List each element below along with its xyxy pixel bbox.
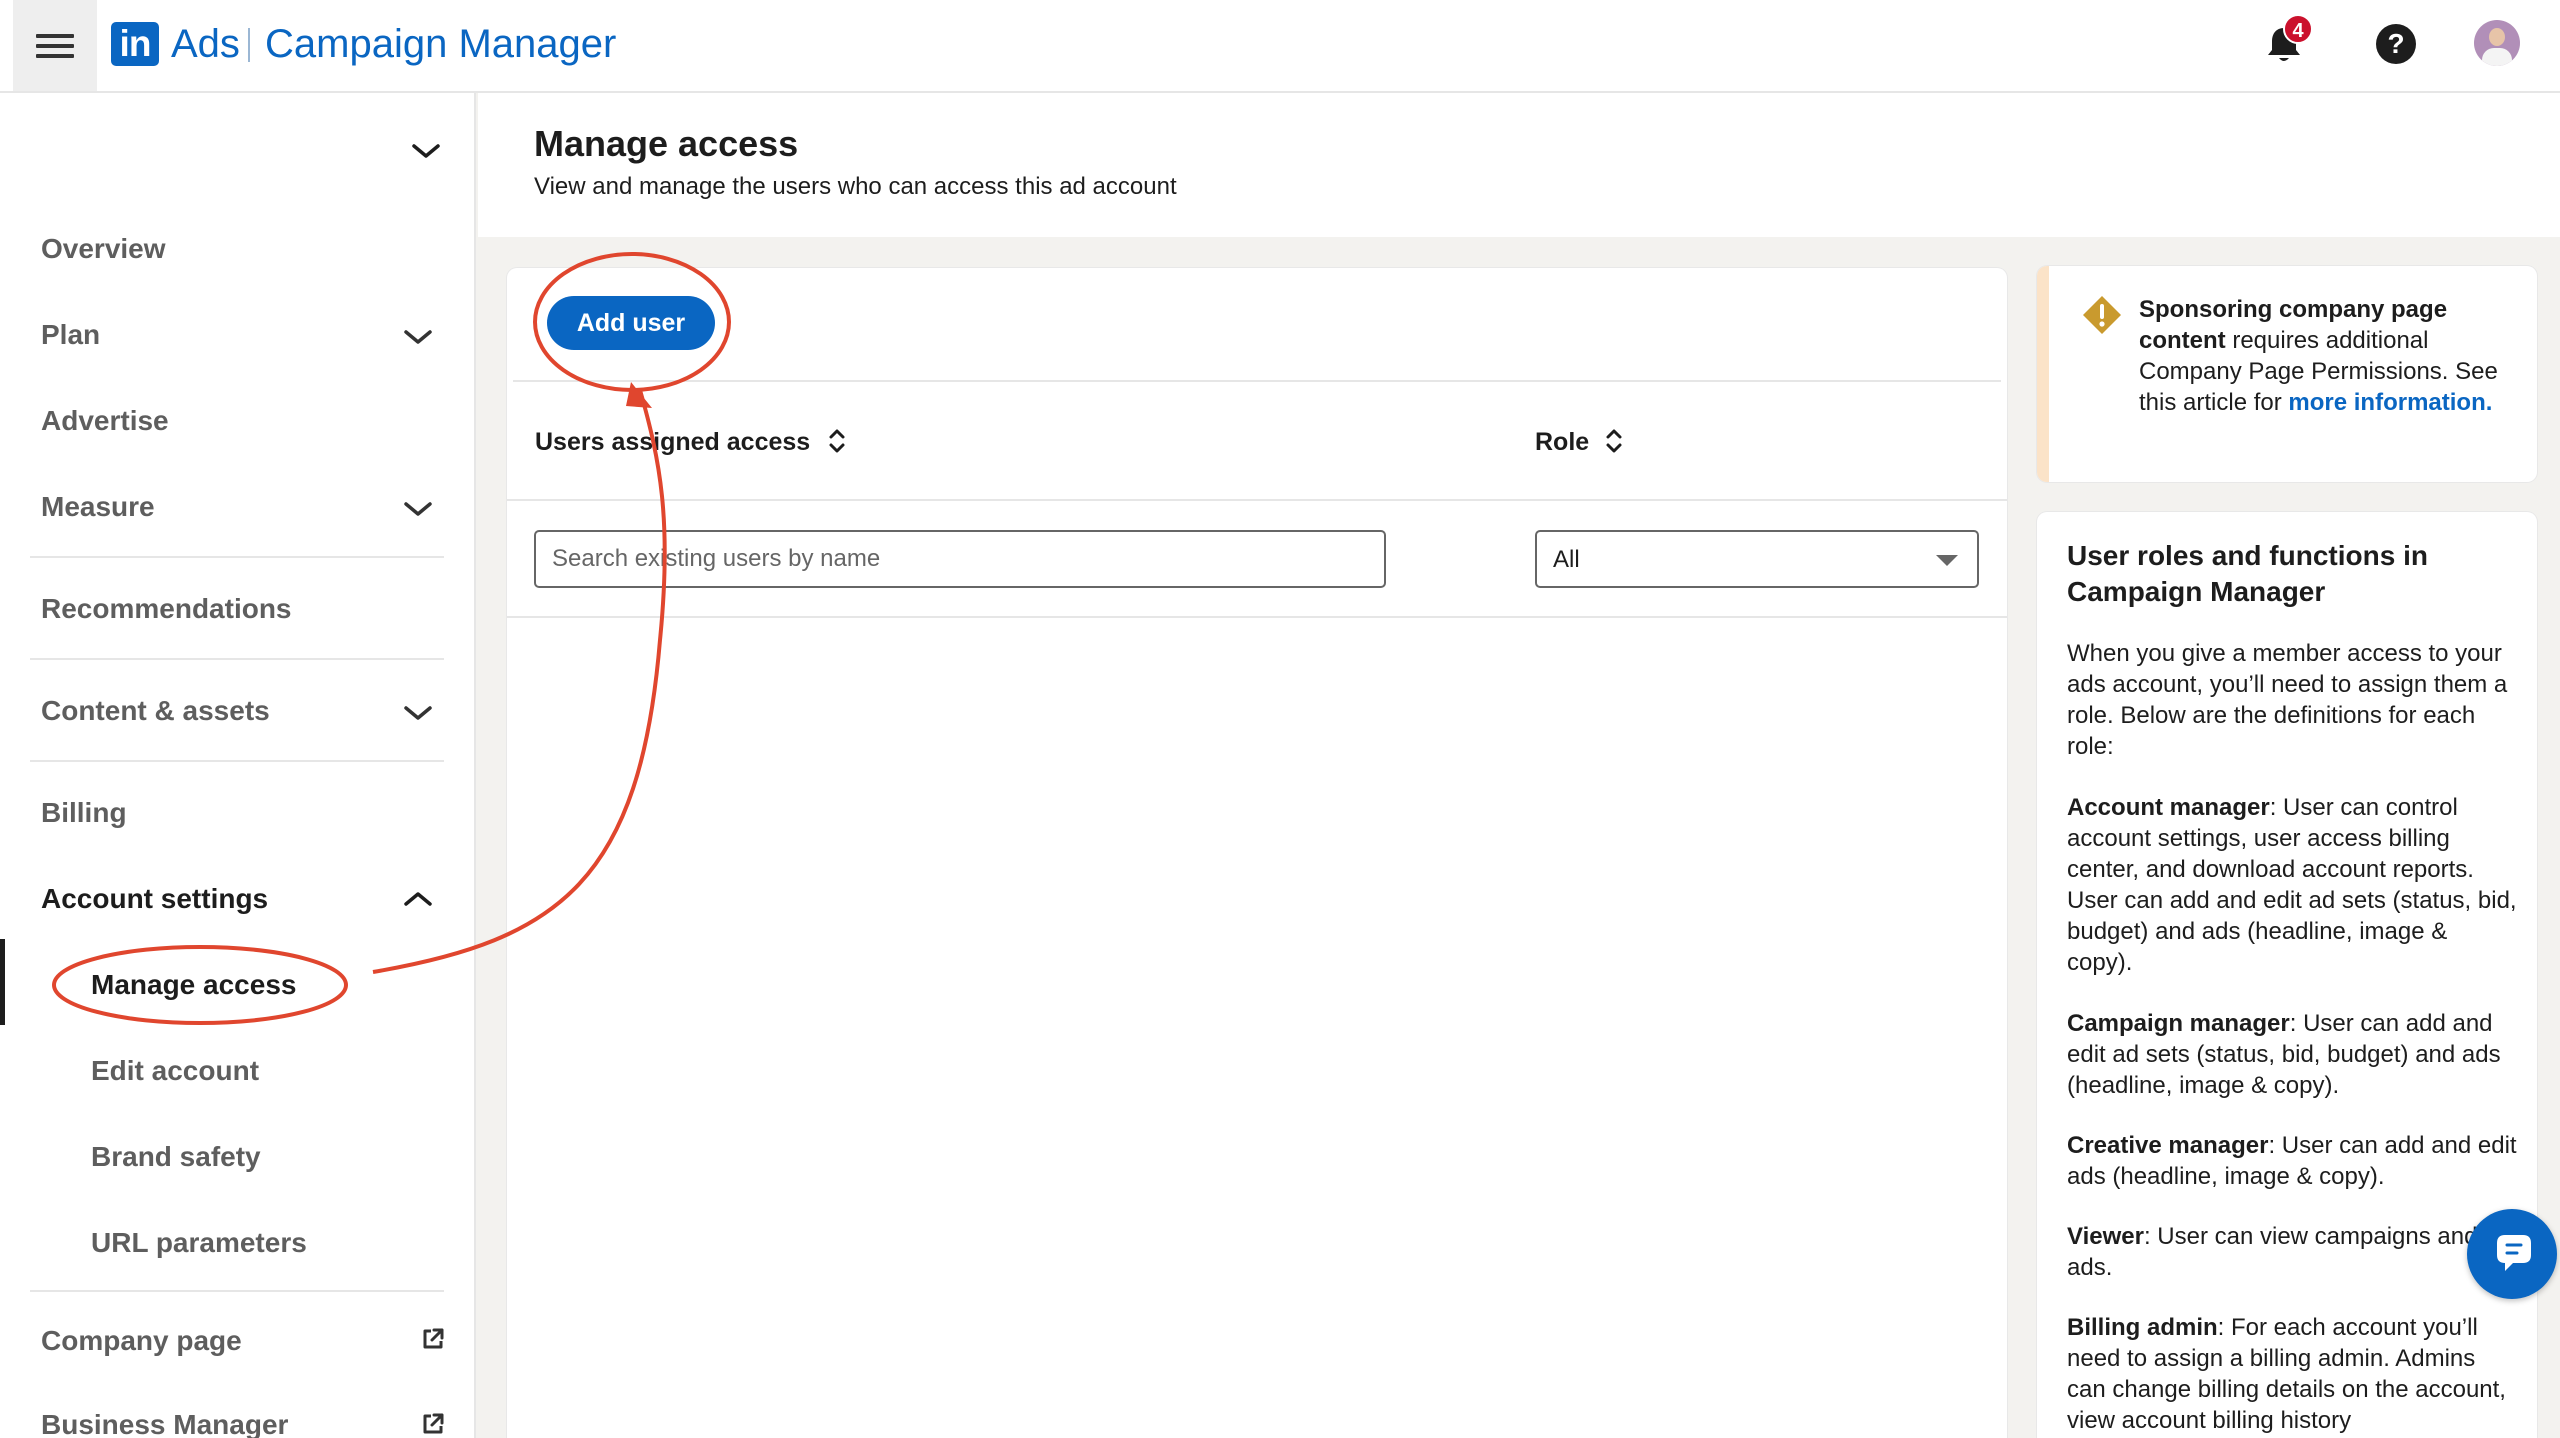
sidebar-item-billing[interactable]: Billing [41,797,127,829]
column-header-role[interactable]: Role [1535,428,1589,457]
sidebar-item-advertise[interactable]: Advertise [41,405,169,437]
role-definition: Creative manager: User can add and edit … [2067,1130,2517,1192]
chat-button[interactable] [2467,1209,2557,1299]
brand-divider [248,28,250,62]
warning-icon [2083,296,2121,334]
role-name: Viewer [2067,1223,2144,1250]
account-settings-chevron-up-icon[interactable] [402,889,434,909]
role-definition: Account manager: User can control accoun… [2067,792,2517,978]
sidebar-divider [30,658,444,660]
caret-down-icon [1936,555,1958,566]
sidebar-item-recommendations[interactable]: Recommendations [41,593,292,625]
card-divider [507,499,2007,501]
account-switcher-chevron-icon[interactable] [410,141,442,161]
card-divider [513,380,2001,382]
page-subtitle: View and manage the users who can access… [534,173,1177,200]
sidebar-item-measure[interactable]: Measure [41,491,155,523]
sidebar-item-edit-account[interactable]: Edit account [91,1055,259,1087]
external-link-icon[interactable] [420,1411,446,1437]
content-assets-chevron-down-icon[interactable] [402,703,434,723]
sidebar-item-company-page[interactable]: Company page [41,1325,242,1357]
page-title: Manage access [534,123,799,164]
measure-chevron-down-icon[interactable] [402,499,434,519]
sidebar-item-plan[interactable]: Plan [41,319,100,351]
permissions-notice: Sponsoring company page content requires… [2037,266,2537,482]
sidebar-item-brand-safety[interactable]: Brand safety [91,1141,261,1173]
plan-chevron-down-icon[interactable] [402,327,434,347]
sidebar-item-business-manager[interactable]: Business Manager [41,1409,288,1438]
notice-end-punct: . [2485,389,2493,416]
search-users-input[interactable] [534,530,1386,588]
roles-intro-text: When you give a member access to your ad… [2067,640,2508,760]
role-name: Billing admin [2067,1314,2218,1341]
sidebar: Overview Plan Advertise Measure Recommen… [0,93,476,1438]
menu-button[interactable] [13,0,97,91]
sidebar-item-content-assets[interactable]: Content & assets [41,695,270,727]
notice-text: Sponsoring company page content requires… [2139,294,2499,418]
sidebar-item-url-parameters[interactable]: URL parameters [91,1227,307,1259]
sidebar-divider [30,1290,444,1292]
user-access-card: Add user Users assigned access Role All [507,268,2007,1438]
roles-panel-title: User roles and functions in Campaign Man… [2067,540,2428,607]
chat-bubble-icon [2497,1235,2531,1271]
add-user-button[interactable]: Add user [547,296,715,350]
sort-icon[interactable] [1604,426,1624,456]
role-definition: Viewer: User can view campaigns and ads. [2067,1221,2517,1283]
brand-ads-label: Ads [171,22,240,66]
column-header-users[interactable]: Users assigned access [535,428,810,457]
page-header: Manage access View and manage the users … [478,93,2560,237]
role-filter-select[interactable]: All [1535,530,1979,588]
role-definition: Campaign manager: User can add and edit … [2067,1008,2517,1101]
role-name: Account manager [2067,794,2270,821]
roles-help-panel: User roles and functions in Campaign Man… [2037,512,2537,1438]
notification-count-badge: 4 [2283,14,2313,44]
role-description: : User can control account settings, use… [2067,794,2517,976]
notice-accent-stripe [2037,266,2049,482]
top-header: in Ads Campaign Manager 4 ? [0,0,2560,93]
avatar[interactable] [2474,20,2520,66]
hamburger-icon [36,33,74,58]
help-icon[interactable]: ? [2376,24,2416,64]
active-indicator [0,939,5,1025]
external-link-icon[interactable] [420,1326,446,1352]
card-divider [507,616,2007,618]
sidebar-item-manage-access[interactable]: Manage access [91,969,296,1001]
sidebar-item-overview[interactable]: Overview [41,233,166,265]
role-name: Creative manager [2067,1132,2269,1159]
role-filter-value: All [1553,546,1580,573]
sidebar-divider [30,556,444,558]
brand-product-label: Campaign Manager [265,22,617,66]
linkedin-logo-icon[interactable]: in [111,22,159,66]
sidebar-divider [30,760,444,762]
sidebar-item-account-settings[interactable]: Account settings [41,883,268,915]
role-name: Campaign manager [2067,1010,2290,1037]
more-information-link[interactable]: more information [2288,389,2485,416]
sort-icon[interactable] [827,426,847,456]
role-definition: Billing admin: For each account you’ll n… [2067,1312,2517,1436]
